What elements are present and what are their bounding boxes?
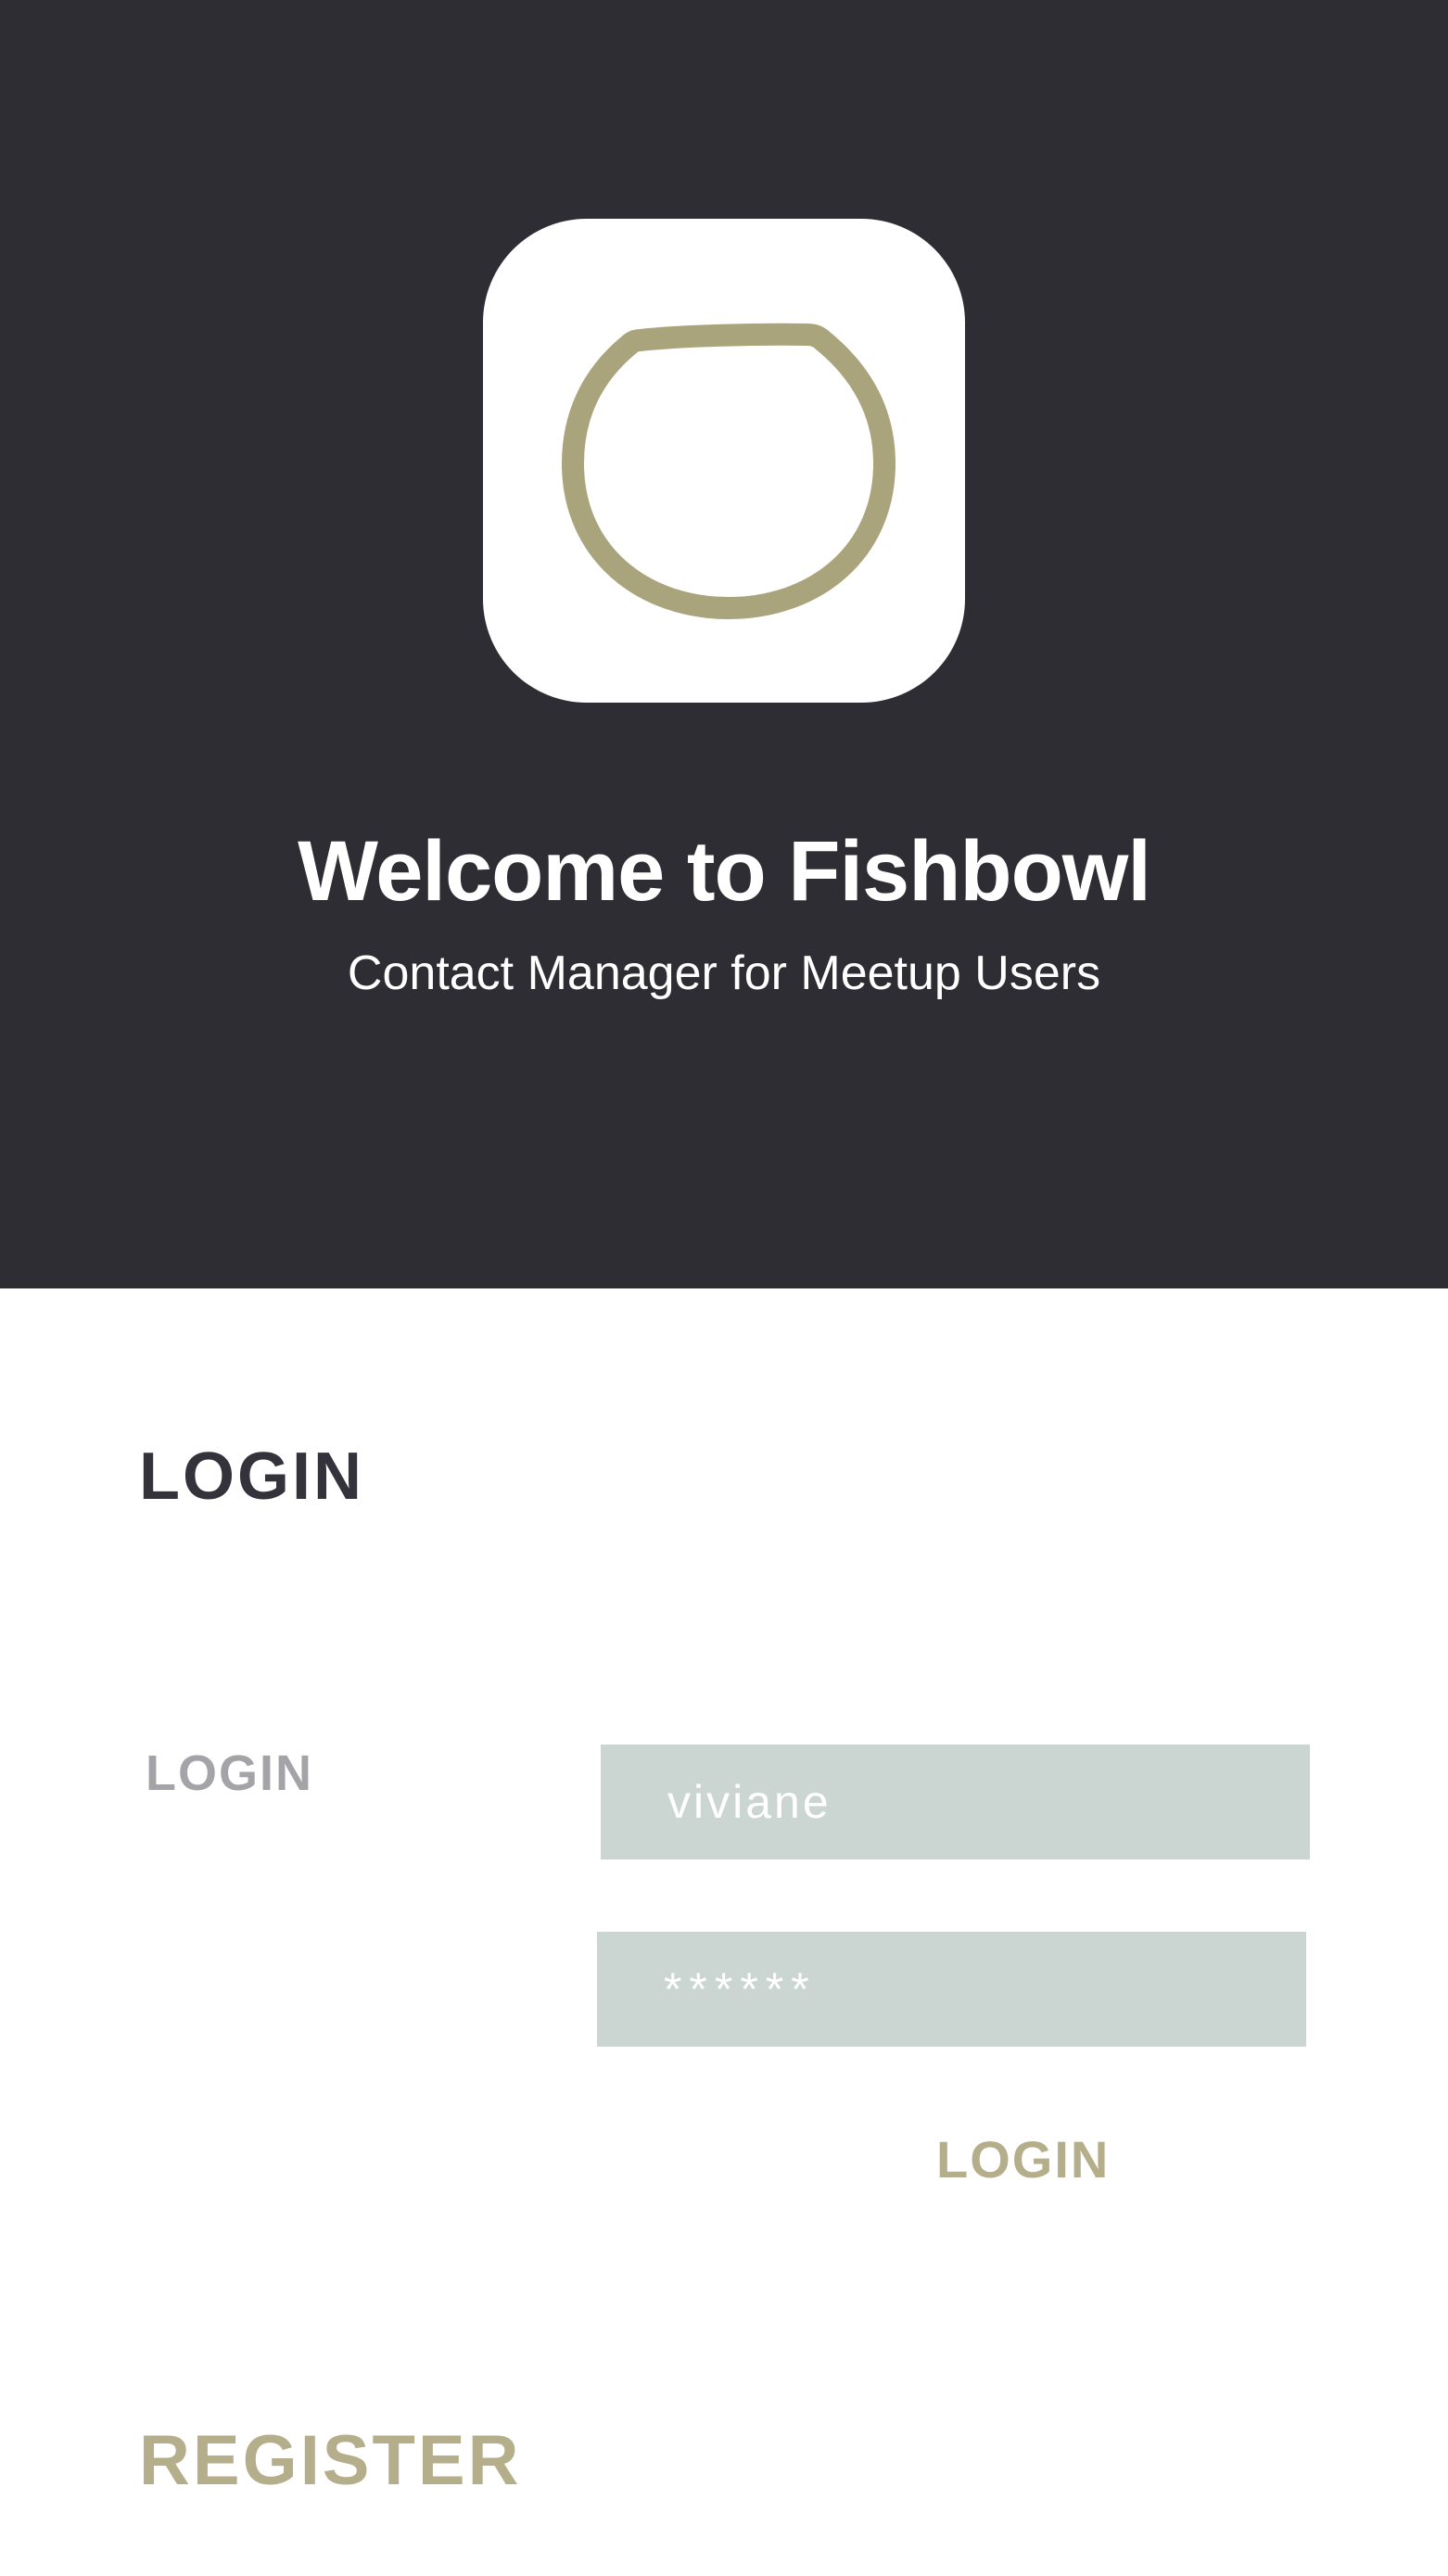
- app-logo: [483, 219, 965, 703]
- register-link[interactable]: REGISTER: [139, 2415, 522, 2507]
- password-input[interactable]: ******: [597, 1932, 1306, 2047]
- username-value: viviane: [667, 1776, 832, 1828]
- login-button[interactable]: LOGIN: [936, 2127, 1110, 2192]
- password-value: ******: [664, 1963, 817, 2015]
- login-field-label: LOGIN: [146, 1745, 313, 1801]
- username-input[interactable]: viviane: [601, 1745, 1310, 1859]
- welcome-title: Welcome to Fishbowl: [298, 824, 1151, 919]
- login-section-title: LOGIN: [139, 1440, 364, 1514]
- fishbowl-icon: [562, 323, 895, 619]
- login-screen: Welcome to Fishbowl Contact Manager for …: [0, 0, 1448, 2576]
- welcome-header: Welcome to Fishbowl Contact Manager for …: [0, 0, 1448, 1288]
- welcome-subtitle: Contact Manager for Meetup Users: [347, 946, 1101, 1000]
